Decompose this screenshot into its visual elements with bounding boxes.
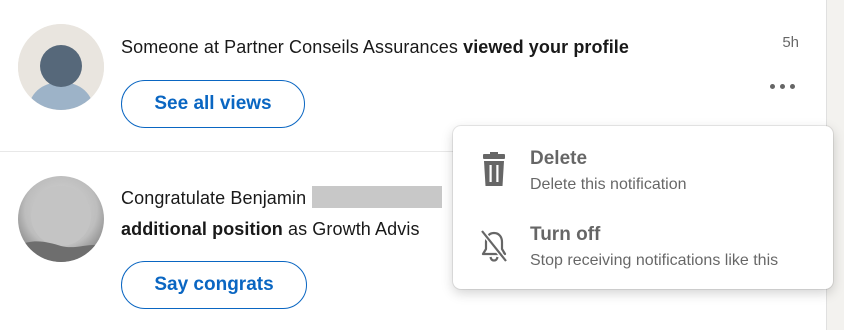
anonymous-avatar: [18, 24, 104, 110]
notification-emphasis: viewed your profile: [463, 37, 630, 57]
notification-emphasis: additional position: [121, 219, 283, 239]
user-avatar: [18, 176, 104, 262]
menu-item-title: Turn off: [530, 224, 601, 245]
redacted-name: [312, 186, 443, 208]
notification-text: Congratulate Benjamin additional positio…: [121, 183, 443, 245]
person-silhouette-icon: [18, 24, 104, 110]
more-options-button[interactable]: [758, 70, 806, 102]
say-congrats-button[interactable]: Say congrats: [121, 261, 307, 309]
notification-message: Someone at Partner Conseils Assurances: [121, 37, 464, 57]
notification-message-cont: as Growth Advis: [282, 219, 420, 239]
see-all-views-button[interactable]: See all views: [121, 80, 305, 128]
menu-item-turn-off[interactable]: Turn off Stop receiving notifications li…: [453, 216, 833, 292]
menu-item-subtitle: Delete this notification: [530, 176, 687, 193]
menu-item-title: Delete: [530, 148, 588, 169]
bell-off-icon: [480, 229, 508, 263]
ellipsis-icon: [769, 83, 775, 89]
notification-options-menu: Delete Delete this notification Turn off…: [453, 126, 833, 289]
menu-item-subtitle: Stop receiving notifications like this: [530, 252, 779, 269]
trash-icon: [483, 152, 505, 186]
notification-text: Someone at Partner Conseils Assurances v…: [121, 32, 629, 63]
notification-timestamp: 5h: [782, 34, 799, 51]
menu-item-delete[interactable]: Delete Delete this notification: [453, 140, 833, 216]
user-photo: [18, 176, 104, 262]
notification-message: Congratulate Benjamin: [121, 188, 307, 208]
